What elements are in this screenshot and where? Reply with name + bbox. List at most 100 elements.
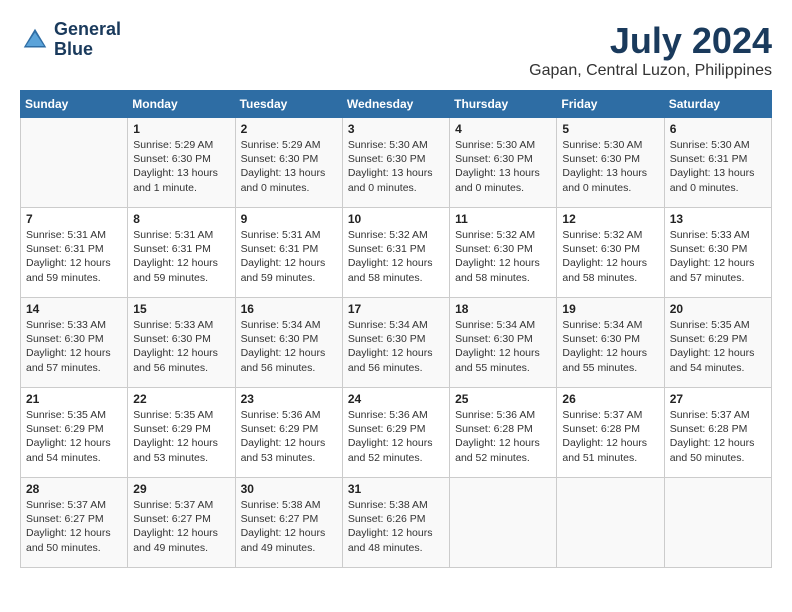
calendar-cell: [664, 478, 771, 568]
calendar-cell: 7Sunrise: 5:31 AM Sunset: 6:31 PM Daylig…: [21, 208, 128, 298]
calendar-cell: 20 Sunrise: 5:35 AM Sunset: 6:29 PM Dayli…: [664, 298, 771, 388]
day-info: Sunrise: 5:29 AM Sunset: 6:30 PM Dayligh…: [241, 138, 337, 195]
logo-text: General Blue: [54, 20, 121, 60]
day-number: 21: [26, 392, 122, 406]
day-info: Sunrise: 5:30 AM Sunset: 6:31 PM Dayligh…: [670, 138, 766, 195]
day-info: Sunrise: 5:31 AM Sunset: 6:31 PM Dayligh…: [133, 228, 229, 285]
month-title: July 2024: [529, 20, 772, 62]
day-info: Sunrise: 5:34 AM Sunset: 6:30 PM Dayligh…: [348, 318, 444, 375]
day-info: Sunrise: 5:37 AM Sunset: 6:27 PM Dayligh…: [133, 498, 229, 555]
calendar-cell: 29 Sunrise: 5:37 AM Sunset: 6:27 PM Dayli…: [128, 478, 235, 568]
calendar-cell: 18Sunrise: 5:34 AM Sunset: 6:30 PM Dayli…: [450, 298, 557, 388]
day-info: Sunrise: 5:34 AM Sunset: 6:30 PM Dayligh…: [241, 318, 337, 375]
calendar-cell: 30 Sunrise: 5:38 AM Sunset: 6:27 PM Dayli…: [235, 478, 342, 568]
day-number: 24: [348, 392, 444, 406]
day-number: 23: [241, 392, 337, 406]
day-info: Sunrise: 5:34 AM Sunset: 6:30 PM Dayligh…: [455, 318, 551, 375]
day-number: 30: [241, 482, 337, 496]
calendar-body: 1Sunrise: 5:29 AM Sunset: 6:30 PM Daylig…: [21, 118, 772, 568]
day-number: 22: [133, 392, 229, 406]
day-info: Sunrise: 5:36 AM Sunset: 6:28 PM Dayligh…: [455, 408, 551, 465]
day-info: Sunrise: 5:37 AM Sunset: 6:28 PM Dayligh…: [670, 408, 766, 465]
day-info: Sunrise: 5:30 AM Sunset: 6:30 PM Dayligh…: [562, 138, 658, 195]
title-block: July 2024 Gapan, Central Luzon, Philippi…: [529, 20, 772, 80]
day-info: Sunrise: 5:37 AM Sunset: 6:28 PM Dayligh…: [562, 408, 658, 465]
day-info: Sunrise: 5:30 AM Sunset: 6:30 PM Dayligh…: [348, 138, 444, 195]
calendar-cell: 5Sunrise: 5:30 AM Sunset: 6:30 PM Daylig…: [557, 118, 664, 208]
day-number: 11: [455, 212, 551, 226]
day-number: 10: [348, 212, 444, 226]
calendar-cell: 21 Sunrise: 5:35 AM Sunset: 6:29 PM Dayli…: [21, 388, 128, 478]
day-info: Sunrise: 5:38 AM Sunset: 6:27 PM Dayligh…: [241, 498, 337, 555]
calendar-cell: 10 Sunrise: 5:32 AM Sunset: 6:31 PM Dayli…: [342, 208, 449, 298]
weekday-header-thursday: Thursday: [450, 91, 557, 118]
day-info: Sunrise: 5:32 AM Sunset: 6:30 PM Dayligh…: [455, 228, 551, 285]
logo-line2: Blue: [54, 40, 121, 60]
calendar-week-2: 7Sunrise: 5:31 AM Sunset: 6:31 PM Daylig…: [21, 208, 772, 298]
calendar-cell: 9 Sunrise: 5:31 AM Sunset: 6:31 PM Daylig…: [235, 208, 342, 298]
day-info: Sunrise: 5:31 AM Sunset: 6:31 PM Dayligh…: [241, 228, 337, 285]
calendar-cell: 12Sunrise: 5:32 AM Sunset: 6:30 PM Dayli…: [557, 208, 664, 298]
weekday-header-tuesday: Tuesday: [235, 91, 342, 118]
day-info: Sunrise: 5:32 AM Sunset: 6:31 PM Dayligh…: [348, 228, 444, 285]
day-number: 8: [133, 212, 229, 226]
calendar-cell: 6Sunrise: 5:30 AM Sunset: 6:31 PM Daylig…: [664, 118, 771, 208]
day-info: Sunrise: 5:35 AM Sunset: 6:29 PM Dayligh…: [133, 408, 229, 465]
calendar-cell: [450, 478, 557, 568]
calendar-cell: 17 Sunrise: 5:34 AM Sunset: 6:30 PM Dayli…: [342, 298, 449, 388]
day-info: Sunrise: 5:35 AM Sunset: 6:29 PM Dayligh…: [670, 318, 766, 375]
day-info: Sunrise: 5:29 AM Sunset: 6:30 PM Dayligh…: [133, 138, 229, 195]
calendar-cell: [21, 118, 128, 208]
day-number: 9: [241, 212, 337, 226]
day-number: 19: [562, 302, 658, 316]
calendar-week-4: 21 Sunrise: 5:35 AM Sunset: 6:29 PM Dayli…: [21, 388, 772, 478]
day-info: Sunrise: 5:33 AM Sunset: 6:30 PM Dayligh…: [26, 318, 122, 375]
calendar-cell: 2 Sunrise: 5:29 AM Sunset: 6:30 PM Daylig…: [235, 118, 342, 208]
day-info: Sunrise: 5:37 AM Sunset: 6:27 PM Dayligh…: [26, 498, 122, 555]
calendar-cell: 31 Sunrise: 5:38 AM Sunset: 6:26 PM Dayli…: [342, 478, 449, 568]
calendar-week-1: 1Sunrise: 5:29 AM Sunset: 6:30 PM Daylig…: [21, 118, 772, 208]
weekday-header-monday: Monday: [128, 91, 235, 118]
day-number: 17: [348, 302, 444, 316]
day-number: 12: [562, 212, 658, 226]
calendar-cell: 23Sunrise: 5:36 AM Sunset: 6:29 PM Dayli…: [235, 388, 342, 478]
day-number: 28: [26, 482, 122, 496]
location-title: Gapan, Central Luzon, Philippines: [529, 62, 772, 80]
day-number: 14: [26, 302, 122, 316]
logo-icon: [20, 25, 50, 55]
calendar-cell: 15Sunrise: 5:33 AM Sunset: 6:30 PM Dayli…: [128, 298, 235, 388]
day-info: Sunrise: 5:36 AM Sunset: 6:29 PM Dayligh…: [348, 408, 444, 465]
logo-line1: General: [54, 20, 121, 40]
day-info: Sunrise: 5:38 AM Sunset: 6:26 PM Dayligh…: [348, 498, 444, 555]
calendar-cell: 16 Sunrise: 5:34 AM Sunset: 6:30 PM Dayli…: [235, 298, 342, 388]
day-number: 13: [670, 212, 766, 226]
calendar-cell: 27 Sunrise: 5:37 AM Sunset: 6:28 PM Dayli…: [664, 388, 771, 478]
day-number: 2: [241, 122, 337, 136]
calendar-cell: 25Sunrise: 5:36 AM Sunset: 6:28 PM Dayli…: [450, 388, 557, 478]
day-number: 31: [348, 482, 444, 496]
day-number: 29: [133, 482, 229, 496]
day-number: 4: [455, 122, 551, 136]
calendar-cell: [557, 478, 664, 568]
weekday-header-sunday: Sunday: [21, 91, 128, 118]
day-number: 20: [670, 302, 766, 316]
calendar-table: SundayMondayTuesdayWednesdayThursdayFrid…: [20, 90, 772, 568]
day-info: Sunrise: 5:31 AM Sunset: 6:31 PM Dayligh…: [26, 228, 122, 285]
calendar-cell: 3Sunrise: 5:30 AM Sunset: 6:30 PM Daylig…: [342, 118, 449, 208]
calendar-cell: 22 Sunrise: 5:35 AM Sunset: 6:29 PM Dayli…: [128, 388, 235, 478]
day-info: Sunrise: 5:35 AM Sunset: 6:29 PM Dayligh…: [26, 408, 122, 465]
calendar-cell: 14 Sunrise: 5:33 AM Sunset: 6:30 PM Dayli…: [21, 298, 128, 388]
day-info: Sunrise: 5:30 AM Sunset: 6:30 PM Dayligh…: [455, 138, 551, 195]
day-number: 16: [241, 302, 337, 316]
calendar-cell: 8 Sunrise: 5:31 AM Sunset: 6:31 PM Daylig…: [128, 208, 235, 298]
calendar-cell: 11 Sunrise: 5:32 AM Sunset: 6:30 PM Dayli…: [450, 208, 557, 298]
page-header: General Blue July 2024 Gapan, Central Lu…: [20, 20, 772, 80]
calendar-header: SundayMondayTuesdayWednesdayThursdayFrid…: [21, 91, 772, 118]
calendar-cell: 4 Sunrise: 5:30 AM Sunset: 6:30 PM Daylig…: [450, 118, 557, 208]
calendar-cell: 19Sunrise: 5:34 AM Sunset: 6:30 PM Dayli…: [557, 298, 664, 388]
weekday-header-friday: Friday: [557, 91, 664, 118]
logo: General Blue: [20, 20, 121, 60]
day-number: 26: [562, 392, 658, 406]
day-number: 15: [133, 302, 229, 316]
day-number: 27: [670, 392, 766, 406]
